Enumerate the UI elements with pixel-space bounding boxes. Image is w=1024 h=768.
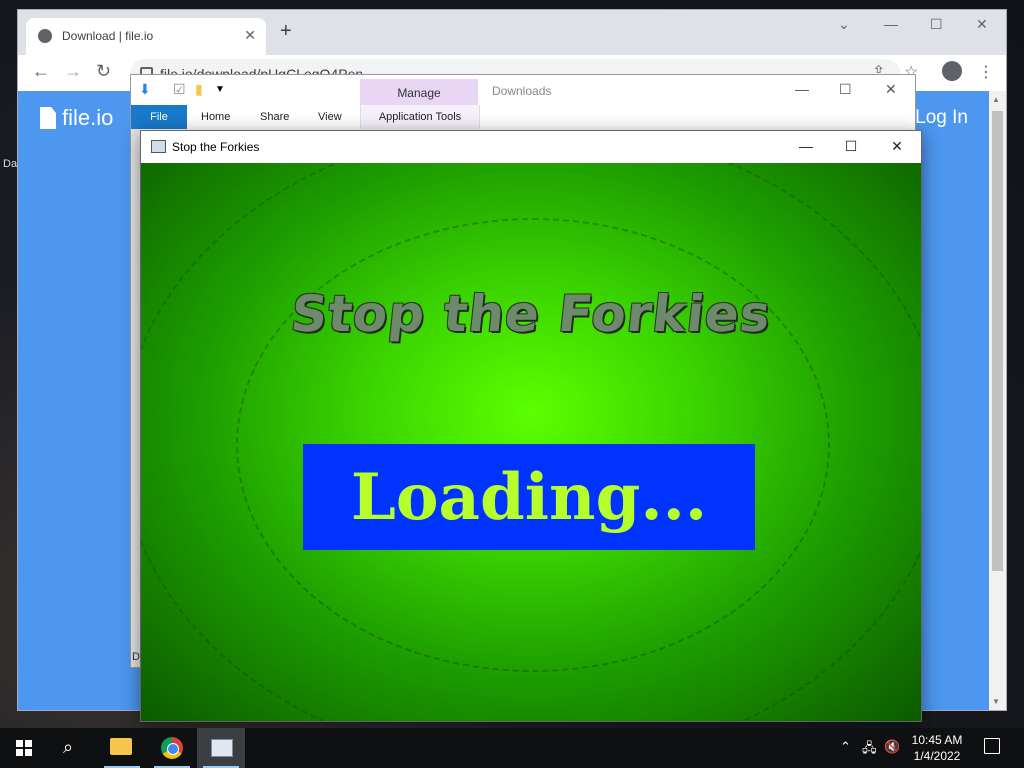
download-arrow-icon[interactable]: ⬇ bbox=[139, 81, 151, 98]
ribbon-tab-share[interactable]: Share bbox=[260, 111, 289, 123]
qat-dropdown-icon[interactable]: ▼ bbox=[215, 84, 225, 95]
game-taskbar-button[interactable] bbox=[197, 728, 245, 768]
game-window-title: Stop the Forkies bbox=[172, 140, 260, 154]
explorer-minimize-button[interactable]: — bbox=[795, 81, 809, 97]
folder-icon bbox=[110, 738, 132, 755]
back-arrow-icon[interactable]: ← bbox=[32, 61, 50, 82]
minimize-button[interactable]: — bbox=[884, 16, 898, 32]
chrome-taskbar-button[interactable] bbox=[148, 728, 196, 768]
page-scrollbar[interactable]: ▲ ▼ bbox=[989, 91, 1006, 710]
game-window: Stop the Forkies — ☐ ✕ Stop the Forkies … bbox=[140, 130, 922, 722]
status-bar-text: D bbox=[132, 651, 140, 663]
chrome-tab-strip: Download | file.io ✕ + ⌄ — ☐ ✕ bbox=[18, 10, 1006, 55]
new-folder-icon[interactable]: ▮ bbox=[195, 81, 203, 98]
clock-time: 10:45 AM bbox=[911, 733, 963, 747]
taskbar: ⌕ ⌃ 🖧 🔇 10:45 AM 1/4/2022 bbox=[0, 728, 1024, 768]
explorer-window-title: Downloads bbox=[492, 84, 552, 98]
system-clock[interactable]: 10:45 AM 1/4/2022 bbox=[902, 732, 972, 764]
menu-dots-icon[interactable]: ⋮ bbox=[978, 62, 994, 82]
search-icon[interactable]: ⌕ bbox=[63, 737, 73, 758]
reload-icon[interactable]: ↻ bbox=[96, 61, 111, 82]
forward-arrow-icon[interactable]: → bbox=[64, 61, 82, 82]
app-window-icon bbox=[151, 140, 166, 153]
ribbon-tab-home[interactable]: Home bbox=[201, 111, 230, 123]
tab-title: Download | file.io bbox=[62, 29, 154, 43]
maximize-button[interactable]: ☐ bbox=[930, 16, 943, 33]
fileio-logo-text: file.io bbox=[62, 105, 114, 130]
windows-start-icon[interactable] bbox=[16, 740, 32, 756]
globe-icon bbox=[38, 29, 52, 43]
new-tab-button[interactable]: + bbox=[280, 21, 292, 41]
game-title-bar: Stop the Forkies — ☐ ✕ bbox=[141, 131, 921, 163]
game-maximize-button[interactable]: ☐ bbox=[839, 138, 863, 155]
loading-banner: Loading... bbox=[303, 444, 755, 550]
game-canvas[interactable]: Stop the Forkies Loading... bbox=[141, 163, 921, 721]
clock-date: 1/4/2022 bbox=[913, 749, 961, 763]
ribbon-tab-file[interactable]: File bbox=[131, 105, 187, 129]
manage-context-tab[interactable]: Manage bbox=[360, 79, 478, 105]
notification-center-icon[interactable] bbox=[984, 738, 1000, 754]
file-explorer-taskbar-button[interactable] bbox=[98, 728, 146, 768]
volume-muted-icon[interactable]: 🔇 bbox=[884, 739, 900, 755]
ribbon-tab-application-tools[interactable]: Application Tools bbox=[360, 105, 480, 129]
loading-text: Loading... bbox=[350, 459, 708, 535]
tab-search-icon[interactable]: ⌄ bbox=[838, 16, 850, 33]
browser-tab[interactable]: Download | file.io ✕ bbox=[26, 18, 266, 55]
close-button[interactable]: ✕ bbox=[976, 16, 988, 33]
show-hidden-icons-chevron-icon[interactable]: ⌃ bbox=[840, 739, 851, 755]
game-logo-text: Stop the Forkies bbox=[288, 285, 774, 343]
login-link[interactable]: Log In bbox=[915, 107, 968, 129]
profile-avatar-icon[interactable] bbox=[942, 61, 962, 81]
document-icon bbox=[40, 107, 56, 129]
properties-check-icon[interactable]: ☑ bbox=[173, 81, 186, 98]
explorer-close-button[interactable]: ✕ bbox=[885, 81, 897, 98]
desktop-icon-label[interactable]: Da bbox=[3, 158, 17, 170]
ribbon-tab-view[interactable]: View bbox=[318, 111, 342, 123]
explorer-title-bar: ⬇ ☑ ▮ ▼ Manage Downloads — ☐ ✕ bbox=[131, 75, 915, 105]
scroll-down-icon[interactable]: ▼ bbox=[992, 697, 1000, 706]
ribbon-tabs: File Home Share View Application Tools bbox=[131, 105, 915, 130]
fileio-logo[interactable]: file.io bbox=[40, 105, 113, 131]
chrome-icon bbox=[161, 737, 183, 759]
game-app-icon bbox=[211, 739, 233, 757]
game-minimize-button[interactable]: — bbox=[794, 138, 818, 154]
network-icon[interactable]: 🖧 bbox=[862, 739, 877, 761]
tab-close-icon[interactable]: ✕ bbox=[244, 27, 256, 44]
game-close-button[interactable]: ✕ bbox=[885, 138, 909, 155]
scroll-up-icon[interactable]: ▲ bbox=[992, 95, 1000, 104]
scrollbar-thumb[interactable] bbox=[992, 111, 1003, 571]
explorer-maximize-button[interactable]: ☐ bbox=[839, 81, 852, 98]
